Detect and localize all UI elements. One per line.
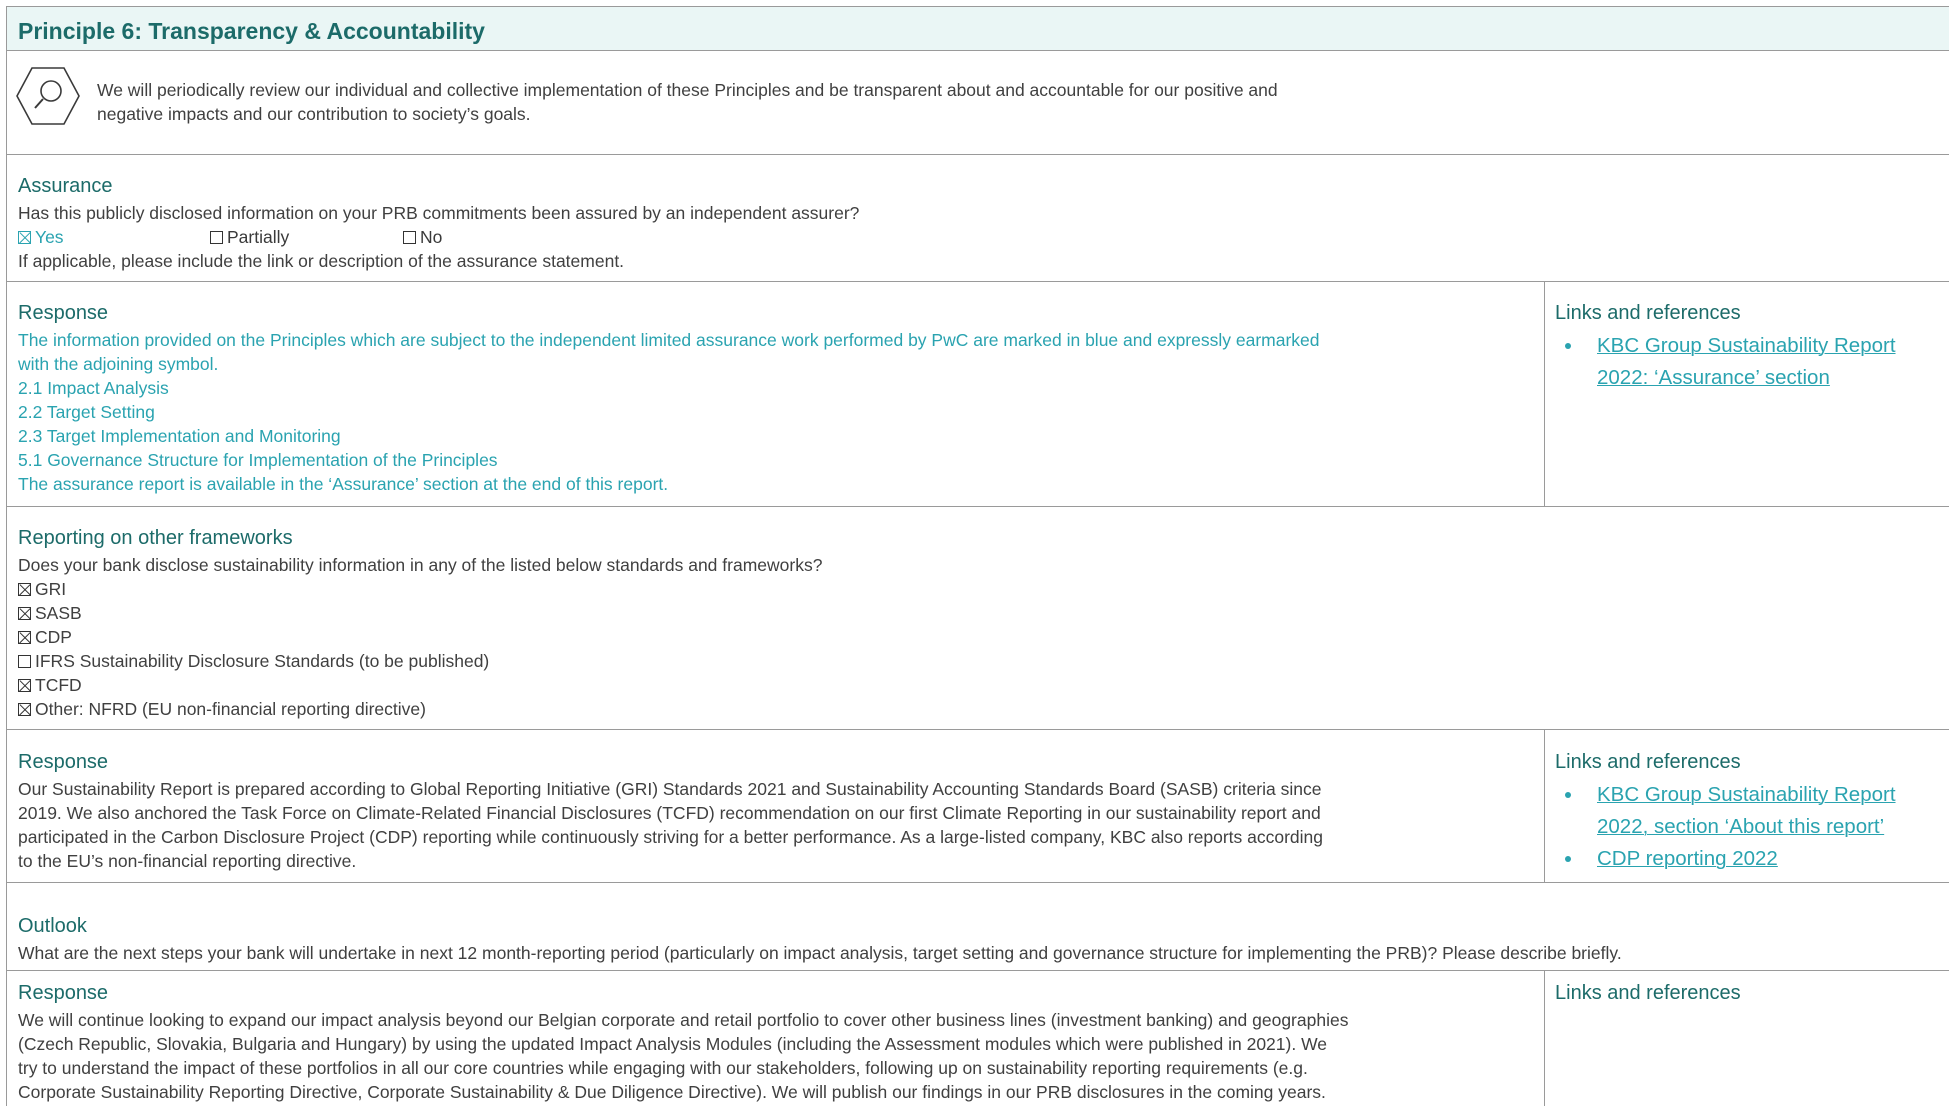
framework-gri[interactable]: GRI xyxy=(18,577,1518,601)
framework-sasb[interactable]: SASB xyxy=(18,601,1518,625)
links-references-block: Links and references KBC Group Sustainab… xyxy=(1555,749,1896,875)
checked-box-icon xyxy=(18,583,31,596)
option-yes[interactable]: Yes xyxy=(18,225,64,249)
response-heading: Response xyxy=(18,302,109,324)
link-sustainability-report-assurance[interactable]: KBC Group Sustainability Report 2022: ‘A… xyxy=(1555,330,1896,394)
framework-ifrs[interactable]: IFRS Sustainability Disclosure Standards… xyxy=(18,649,1518,673)
links-heading: Links and references xyxy=(1555,751,1741,773)
links-heading: Links and references xyxy=(1555,302,1741,324)
checked-box-icon xyxy=(18,679,31,692)
outlook-question: What are the next steps your bank will u… xyxy=(18,943,1622,963)
link-line[interactable]: CDP reporting 2022 xyxy=(1597,843,1896,875)
assurance-heading: Assurance xyxy=(18,175,113,197)
assurance-block: Assurance Has this publicly disclosed in… xyxy=(18,173,1518,273)
frameworks-question: Does your bank disclose sustainability i… xyxy=(18,555,823,575)
links-references-block: Links and references KBC Group Sustainab… xyxy=(1555,300,1896,394)
principle-6-page: Principle 6: Transparency & Accountabili… xyxy=(0,0,1949,1106)
assurance-options: Yes Partially No xyxy=(18,225,1518,249)
response-outlook-text: We will continue looking to expand our i… xyxy=(18,1008,1533,1104)
response-line: (Czech Republic, Slovakia, Bulgaria and … xyxy=(18,1034,1327,1054)
link-line[interactable]: KBC Group Sustainability Report xyxy=(1597,330,1896,362)
response-line: 2019. We also anchored the Task Force on… xyxy=(18,803,1321,823)
option-partially-label: Partially xyxy=(227,227,290,247)
unchecked-box-icon xyxy=(18,655,31,668)
framework-label: TCFD xyxy=(35,675,82,695)
intro-text: We will periodically review our individu… xyxy=(97,78,1497,126)
outlook-heading: Outlook xyxy=(18,915,87,937)
title-bar: Principle 6: Transparency & Accountabili… xyxy=(6,6,1949,51)
response-line: 2.1 Impact Analysis xyxy=(18,378,169,398)
magnifier-hexagon-icon xyxy=(16,67,80,125)
framework-list: GRI SASB CDP IFRS Sustainability Disclos… xyxy=(18,577,1518,721)
intro-section: We will periodically review our individu… xyxy=(6,51,1949,155)
response-line: participated in the Carbon Disclosure Pr… xyxy=(18,827,1323,847)
framework-label: GRI xyxy=(35,579,67,599)
response-line: try to understand the impact of these po… xyxy=(18,1058,1308,1078)
response-outlook-block: Response We will continue looking to exp… xyxy=(18,980,1533,1104)
checked-box-icon xyxy=(18,703,31,716)
checked-box-icon xyxy=(18,607,31,620)
framework-label: SASB xyxy=(35,603,82,623)
link-line[interactable]: 2022, section ‘About this report’ xyxy=(1597,811,1896,843)
frameworks-heading: Reporting on other frameworks xyxy=(18,527,293,549)
response-line: 2.2 Target Setting xyxy=(18,402,155,422)
links-references-block: Links and references xyxy=(1555,980,1741,1010)
link-sustainability-report-about[interactable]: KBC Group Sustainability Report 2022, se… xyxy=(1555,779,1896,843)
option-no-label: No xyxy=(420,227,443,247)
response-line: The information provided on the Principl… xyxy=(18,330,1320,350)
outlook-section: Outlook What are the next steps your ban… xyxy=(6,883,1949,971)
outlook-block: Outlook What are the next steps your ban… xyxy=(18,913,1948,965)
response-frameworks-text: Our Sustainability Report is prepared ac… xyxy=(18,777,1533,873)
frameworks-block: Reporting on other frameworks Does your … xyxy=(18,525,1518,721)
column-divider xyxy=(1544,730,1545,882)
framework-tcfd[interactable]: TCFD xyxy=(18,673,1518,697)
intro-line: We will periodically review our individu… xyxy=(97,80,1278,100)
response-assurance-text: The information provided on the Principl… xyxy=(18,328,1533,496)
framework-cdp[interactable]: CDP xyxy=(18,625,1518,649)
page-title: Principle 6: Transparency & Accountabili… xyxy=(18,18,485,44)
response-line: 5.1 Governance Structure for Implementat… xyxy=(18,450,498,470)
assurance-question: Has this publicly disclosed information … xyxy=(18,203,860,223)
response-heading: Response xyxy=(18,751,109,773)
response-line: The assurance report is available in the… xyxy=(18,474,669,494)
response-line: 2.3 Target Implementation and Monitoring xyxy=(18,426,341,446)
framework-label: CDP xyxy=(35,627,72,647)
option-partially[interactable]: Partially xyxy=(210,225,289,249)
option-no[interactable]: No xyxy=(403,225,442,249)
response-frameworks-section: Response Our Sustainability Report is pr… xyxy=(6,730,1949,883)
assurance-note: If applicable, please include the link o… xyxy=(18,251,625,271)
link-line[interactable]: KBC Group Sustainability Report xyxy=(1597,779,1896,811)
response-frameworks-block: Response Our Sustainability Report is pr… xyxy=(18,749,1533,873)
response-heading: Response xyxy=(18,982,109,1004)
intro-line: negative impacts and our contribution to… xyxy=(97,104,531,124)
response-line: Corporate Sustainability Reporting Direc… xyxy=(18,1082,1326,1102)
response-line: to the EU’s non-financial reporting dire… xyxy=(18,851,357,871)
link-line[interactable]: 2022: ‘Assurance’ section xyxy=(1597,362,1896,394)
unchecked-box-icon xyxy=(403,231,416,244)
column-divider xyxy=(1544,971,1545,1106)
framework-label: Other: NFRD (EU non-financial reporting … xyxy=(35,699,426,719)
response-assurance-block: Response The information provided on the… xyxy=(18,300,1533,496)
checked-box-icon xyxy=(18,631,31,644)
response-outlook-section: Response We will continue looking to exp… xyxy=(6,971,1949,1106)
framework-label: IFRS Sustainability Disclosure Standards… xyxy=(35,651,490,671)
framework-other[interactable]: Other: NFRD (EU non-financial reporting … xyxy=(18,697,1518,721)
response-line: We will continue looking to expand our i… xyxy=(18,1010,1349,1030)
checked-box-icon xyxy=(18,231,31,244)
option-yes-label: Yes xyxy=(35,227,64,247)
column-divider xyxy=(1544,282,1545,506)
link-cdp-reporting[interactable]: CDP reporting 2022 xyxy=(1555,843,1896,875)
response-line: Our Sustainability Report is prepared ac… xyxy=(18,779,1322,799)
unchecked-box-icon xyxy=(210,231,223,244)
response-assurance-section: Response The information provided on the… xyxy=(6,282,1949,507)
frameworks-section: Reporting on other frameworks Does your … xyxy=(6,507,1949,730)
assurance-section: Assurance Has this publicly disclosed in… xyxy=(6,155,1949,282)
links-heading: Links and references xyxy=(1555,982,1741,1004)
response-line: with the adjoining symbol. xyxy=(18,354,219,374)
